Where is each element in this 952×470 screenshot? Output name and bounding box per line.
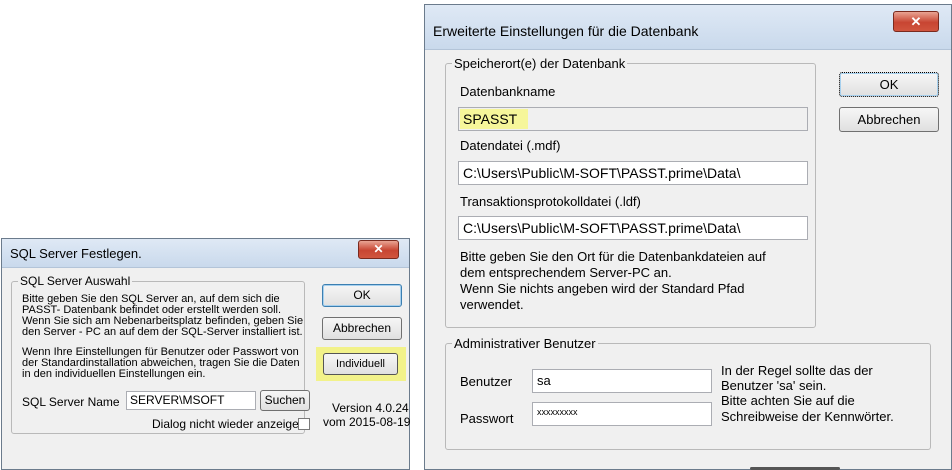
db-settings-dialog: Erweiterte Einstellungen für die Datenba… xyxy=(424,4,952,470)
db-name-input[interactable]: SPASST xyxy=(458,107,808,131)
instruction-line: in den individuellen Einstellungen ein. xyxy=(22,368,206,380)
password-value: xxxxxxxxx xyxy=(537,407,578,417)
ok-button[interactable]: OK xyxy=(322,284,402,307)
server-name-input[interactable]: SERVER\MSOFT xyxy=(126,391,256,410)
db-name-value: SPASST xyxy=(463,111,518,127)
version-date: vom 2015-08-19 xyxy=(323,415,411,429)
individual-button[interactable]: Individuell xyxy=(323,353,398,375)
db-name-label: Datenbankname xyxy=(460,84,556,99)
mdf-label: Datendatei (.mdf) xyxy=(460,138,561,153)
cancel-button[interactable]: Abbrechen xyxy=(839,107,939,132)
user-hint-line: Benutzer 'sa' sein. xyxy=(721,378,827,393)
ldf-path-value: C:\Users\Public\M-SOFT\PASST.prime\Data\ xyxy=(463,220,741,236)
sql-server-group-title: SQL Server Auswahl xyxy=(20,274,131,288)
user-value: sa xyxy=(537,373,551,388)
instruction-line: den Server - PC an auf dem der SQL-Serve… xyxy=(22,326,303,338)
ldf-path-input[interactable]: C:\Users\Public\M-SOFT\PASST.prime\Data\ xyxy=(458,216,808,240)
user-input[interactable]: sa xyxy=(532,369,712,393)
password-hint-line: Schreibweise der Kennwörter. xyxy=(721,409,894,424)
close-icon[interactable]: ✕ xyxy=(358,240,399,259)
password-label: Passwort xyxy=(460,411,514,426)
cancel-button[interactable]: Abbrechen xyxy=(322,317,402,340)
sql-server-dialog-title: SQL Server Festlegen. xyxy=(10,246,142,261)
server-name-label: SQL Server Name xyxy=(22,395,120,409)
mdf-path-value: C:\Users\Public\M-SOFT\PASST.prime\Data\ xyxy=(463,165,741,181)
ldf-label: Transaktionsprotokolldatei (.ldf) xyxy=(460,194,641,209)
search-button[interactable]: Suchen xyxy=(260,390,310,411)
admin-group: Administrativer Benutzer xyxy=(445,336,931,450)
server-name-value: SERVER\MSOFT xyxy=(130,393,225,407)
user-hint-line: In der Regel sollte das der xyxy=(721,363,873,378)
hint-line: dem entsprechendem Server-PC an. xyxy=(460,265,672,280)
sql-server-dialog: SQL Server Festlegen. ✕ SQL Server Auswa… xyxy=(1,238,410,470)
db-settings-dialog-titlebar[interactable]: Erweiterte Einstellungen für die Datenba… xyxy=(425,5,951,50)
password-hint-line: Bitte achten Sie auf die xyxy=(721,393,855,408)
close-icon[interactable]: ✕ xyxy=(893,11,939,32)
user-label: Benutzer xyxy=(460,374,513,389)
hint-line: Bitte geben Sie den Ort für die Datenban… xyxy=(460,249,766,264)
sql-server-dialog-client: SQL Server Auswahl Bitte geben Sie den S… xyxy=(2,268,411,469)
admin-group-title: Administrativer Benutzer xyxy=(454,336,596,351)
db-settings-dialog-client: Speicherort(e) der Datenbank Datenbankna… xyxy=(425,50,951,469)
hint-line: Wenn Sie nichts angeben wird der Standar… xyxy=(460,281,745,296)
dont-show-checkbox[interactable] xyxy=(298,418,310,430)
sql-server-dialog-titlebar[interactable]: SQL Server Festlegen. ✕ xyxy=(2,239,409,268)
mdf-path-input[interactable]: C:\Users\Public\M-SOFT\PASST.prime\Data\ xyxy=(458,161,808,185)
db-settings-dialog-title: Erweiterte Einstellungen für die Datenba… xyxy=(433,23,699,39)
password-input[interactable]: xxxxxxxxx xyxy=(532,402,712,426)
ok-button[interactable]: OK xyxy=(839,72,939,97)
storage-group-title: Speicherort(e) der Datenbank xyxy=(454,56,626,71)
version-label: Version 4.0.24 xyxy=(332,401,409,415)
hint-line: verwendet. xyxy=(460,297,524,312)
dont-show-label: Dialog nicht wieder anzeigen. xyxy=(152,417,309,431)
